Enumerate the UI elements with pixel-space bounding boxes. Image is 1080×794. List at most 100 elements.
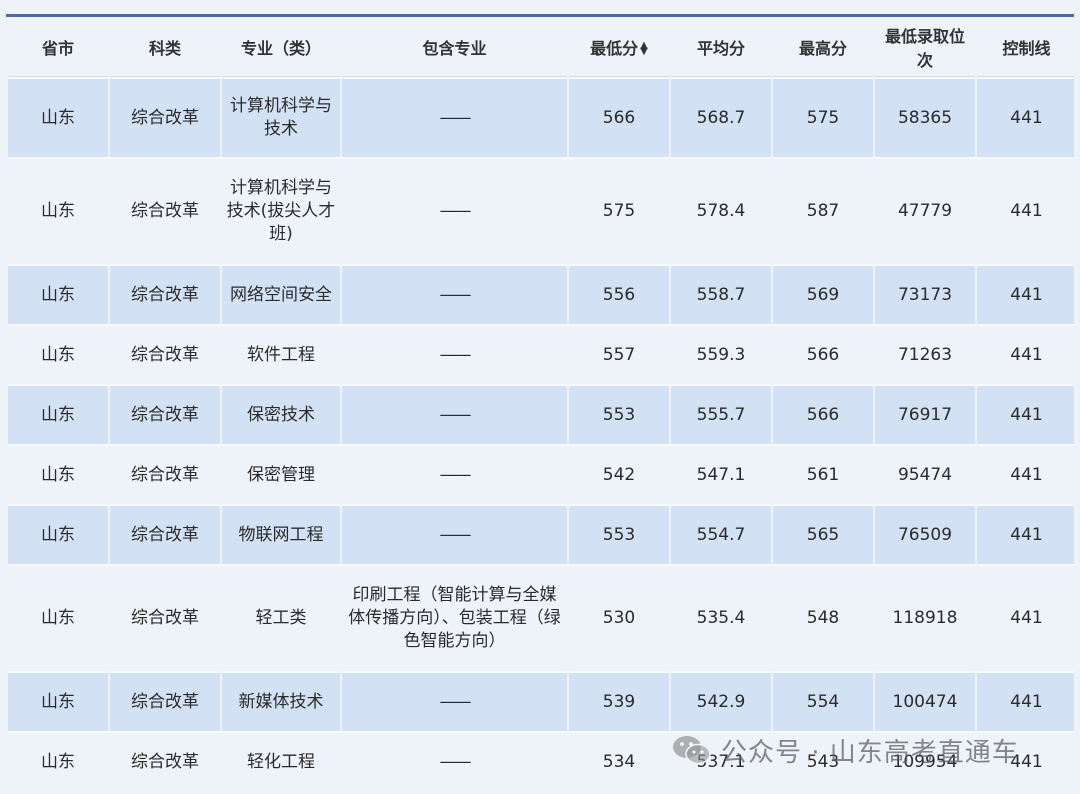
cell-category: 综合改革 [110,564,220,671]
cell-min-score: 539 [569,671,669,731]
cell-included-majors: —— [342,77,567,157]
cell-control-line: 441 [977,671,1074,731]
cell-max-score: 569 [773,264,873,324]
cell-province: 山东 [8,671,108,731]
cell-included-majors: —— [342,504,567,564]
cell-control-line: 441 [977,384,1074,444]
cell-included-majors: —— [342,264,567,324]
cell-avg-score: 554.7 [671,504,771,564]
cell-control-line: 441 [977,444,1074,504]
cell-category: 综合改革 [110,444,220,504]
cell-min-rank: 118918 [875,564,975,671]
cell-included-majors: 印刷工程（智能计算与全媒体传播方向）、包装工程（绿色智能方向） [342,564,567,671]
cell-min-score: 556 [569,264,669,324]
cell-min-score: 534 [569,731,669,791]
cell-province: 山东 [8,264,108,324]
cell-min-score: 542 [569,444,669,504]
cell-min-score: 553 [569,384,669,444]
cell-province: 山东 [8,384,108,444]
header-min-rank: 最低录取位次 [875,17,975,77]
cell-min-score: 553 [569,504,669,564]
cell-avg-score: 558.7 [671,264,771,324]
table-row: 山东 综合改革 网络空间安全 —— 556 558.7 569 73173 441 [8,264,1074,324]
cell-max-score: 565 [773,504,873,564]
header-min-score[interactable]: 最低分 ▲ ▼ [569,17,669,77]
cell-major: 轻工类 [222,564,340,671]
cell-category: 综合改革 [110,384,220,444]
cell-control-line: 441 [977,564,1074,671]
header-major: 专业（类） [222,17,340,77]
cell-avg-score: 568.7 [671,77,771,157]
header-included-majors: 包含专业 [342,17,567,77]
cell-min-rank: 58365 [875,77,975,157]
cell-control-line: 441 [977,264,1074,324]
cell-min-rank: 73173 [875,264,975,324]
cell-included-majors: —— [342,731,567,791]
cell-min-rank: 95474 [875,444,975,504]
cell-province: 山东 [8,564,108,671]
header-avg-score: 平均分 [671,17,771,77]
cell-avg-score: 559.3 [671,324,771,384]
cell-province: 山东 [8,731,108,791]
cell-avg-score: 535.4 [671,564,771,671]
table-header-row: 省市 科类 专业（类） 包含专业 最低分 ▲ ▼ 平均分 最高分 最低录取位次 控制… [8,17,1074,77]
cell-max-score: 566 [773,384,873,444]
cell-province: 山东 [8,444,108,504]
cell-major: 保密技术 [222,384,340,444]
table-row: 山东 综合改革 轻工类 印刷工程（智能计算与全媒体传播方向）、包装工程（绿色智能方向）… [8,564,1074,671]
sort-updown-icon[interactable]: ▲ ▼ [640,41,648,57]
cell-category: 综合改革 [110,264,220,324]
cell-major: 保密管理 [222,444,340,504]
header-category: 科类 [110,17,220,77]
table-row: 山东 综合改革 物联网工程 —— 553 554.7 565 76509 441 [8,504,1074,564]
cell-major: 网络空间安全 [222,264,340,324]
header-province: 省市 [8,17,108,77]
cell-avg-score: 578.4 [671,157,771,264]
cell-province: 山东 [8,504,108,564]
cell-category: 综合改革 [110,731,220,791]
cell-category: 综合改革 [110,324,220,384]
cell-max-score: 561 [773,444,873,504]
cell-min-rank: 76917 [875,384,975,444]
cell-avg-score: 555.7 [671,384,771,444]
table-body: 山东 综合改革 计算机科学与技术 —— 566 568.7 575 58365 441 山东 综合改… [8,77,1074,791]
cell-included-majors: —— [342,444,567,504]
header-min-score-label: 最低分 [590,38,639,58]
cell-max-score: 548 [773,564,873,671]
wechat-icon [673,736,711,765]
cell-included-majors: —— [342,671,567,731]
cell-province: 山东 [8,77,108,157]
cell-avg-score: 542.9 [671,671,771,731]
cell-category: 综合改革 [110,157,220,264]
cell-control-line: 441 [977,324,1074,384]
table-row: 山东 综合改革 软件工程 —— 557 559.3 566 71263 441 [8,324,1074,384]
cell-major: 轻化工程 [222,731,340,791]
cell-control-line: 441 [977,157,1074,264]
cell-category: 综合改革 [110,671,220,731]
cell-min-score: 575 [569,157,669,264]
table-row: 山东 综合改革 新媒体技术 —— 539 542.9 554 100474 441 [8,671,1074,731]
cell-major: 计算机科学与技术(拔尖人才班) [222,157,340,264]
cell-min-rank: 71263 [875,324,975,384]
cell-included-majors: —— [342,324,567,384]
table-row: 山东 综合改革 计算机科学与技术 —— 566 568.7 575 58365 441 [8,77,1074,157]
cell-min-score: 557 [569,324,669,384]
cell-category: 综合改革 [110,504,220,564]
cell-min-score: 530 [569,564,669,671]
watermark-text: 公众号 · 山东高考直通车 [721,737,1019,768]
cell-max-score: 566 [773,324,873,384]
admission-table-container: 省市 科类 专业（类） 包含专业 最低分 ▲ ▼ 平均分 最高分 最低录取位次 控制… [6,0,1074,794]
watermark: 公众号 · 山东高考直通车 [671,730,1019,770]
cell-major: 软件工程 [222,324,340,384]
cell-major: 物联网工程 [222,504,340,564]
cell-max-score: 575 [773,77,873,157]
header-max-score: 最高分 [773,17,873,77]
cell-control-line: 441 [977,77,1074,157]
cell-province: 山东 [8,324,108,384]
cell-included-majors: —— [342,157,567,264]
cell-major: 计算机科学与技术 [222,77,340,157]
cell-min-rank: 47779 [875,157,975,264]
cell-province: 山东 [8,157,108,264]
cell-major: 新媒体技术 [222,671,340,731]
table-row: 山东 综合改革 保密技术 —— 553 555.7 566 76917 441 [8,384,1074,444]
